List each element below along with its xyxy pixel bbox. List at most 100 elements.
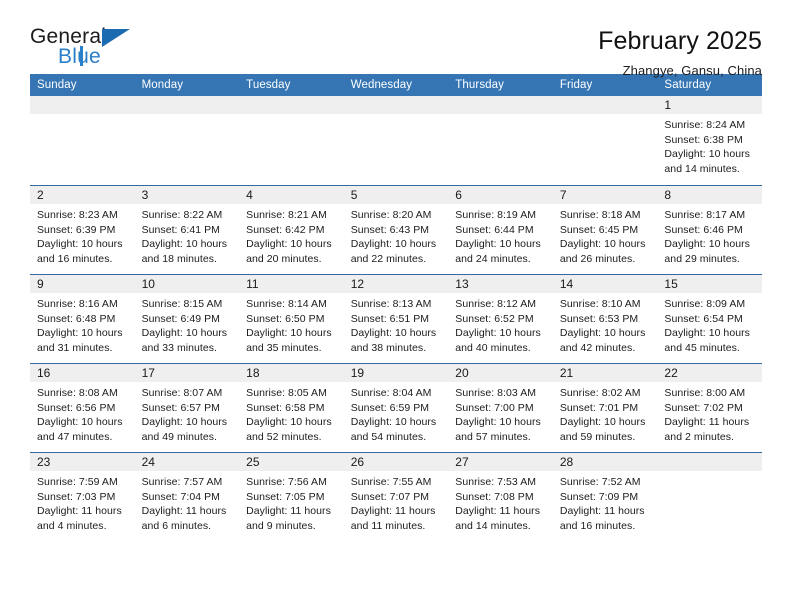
day-detail-line: Daylight: 10 hours [664, 327, 750, 340]
day-detail-line: Sunset: 7:09 PM [559, 490, 639, 503]
day-detail-line: and 42 minutes. [559, 341, 636, 354]
calendar-day-cell[interactable]: 9 Sunrise: 8:16 AM Sunset: 6:48 PM Daylight… [30, 275, 135, 363]
day-number: 13 [455, 277, 469, 291]
day-number: 11 [246, 277, 259, 291]
day-detail-line: and 2 minutes. [664, 430, 734, 443]
calendar-day-cell[interactable]: 5 Sunrise: 8:20 AM Sunset: 6:43 PM Daylight… [343, 186, 449, 274]
calendar-day-cell[interactable]: 13 Sunrise: 8:12 AM Sunset: 6:52 PM Dayligh… [448, 275, 553, 363]
day-detail-line: Daylight: 10 hours [350, 416, 437, 429]
general-blue-logo[interactable]: General Blue [30, 26, 140, 72]
day-detail-line: Sunrise: 8:16 AM [37, 298, 118, 310]
calendar-day-cell[interactable]: 15 Sunrise: 8:09 AM Sunset: 6:54 PM Dayligh… [657, 275, 762, 363]
day-number-band [343, 96, 449, 114]
day-number: 7 [559, 188, 567, 202]
day-number-band: 4 [239, 186, 344, 204]
day-details: Sunrise: 8:08 AM Sunset: 6:56 PM Daylight:… [30, 382, 135, 444]
calendar-week-row: 9 Sunrise: 8:16 AM Sunset: 6:48 PM Daylight… [30, 274, 762, 363]
day-number-band: 26 [343, 453, 449, 471]
day-detail-line: and 22 minutes. [350, 252, 427, 265]
calendar-day-cell[interactable]: 16 Sunrise: 8:08 AM Sunset: 6:56 PM Dayligh… [30, 364, 135, 452]
calendar-day-cell[interactable]: 17 Sunrise: 8:07 AM Sunset: 6:57 PM Dayligh… [134, 364, 240, 452]
calendar-day-cell-empty [448, 96, 553, 185]
day-detail-line: Daylight: 10 hours [350, 238, 437, 251]
day-detail-line: Daylight: 10 hours [559, 238, 646, 251]
day-detail-line: Sunset: 6:45 PM [559, 223, 639, 236]
weekday-header-tuesday: Tuesday [246, 79, 291, 91]
calendar-day-cell[interactable]: 19 Sunrise: 8:04 AM Sunset: 6:59 PM Dayligh… [343, 364, 449, 452]
day-details: Sunrise: 8:10 AM Sunset: 6:53 PM Daylight:… [553, 293, 658, 355]
day-detail-line: and 14 minutes. [455, 519, 531, 532]
day-number: 18 [246, 366, 260, 380]
calendar-day-cell[interactable]: 10 Sunrise: 8:15 AM Sunset: 6:49 PM Dayligh… [134, 275, 240, 363]
day-number-band: 12 [343, 275, 449, 293]
calendar-day-cell[interactable]: 24 Sunrise: 7:57 AM Sunset: 7:04 PM Dayligh… [134, 453, 240, 540]
day-number: 1 [664, 98, 672, 112]
day-number-band: 5 [343, 186, 449, 204]
calendar-day-cell[interactable]: 6 Sunrise: 8:19 AM Sunset: 6:44 PM Daylight… [448, 186, 553, 274]
calendar-day-cell[interactable]: 26 Sunrise: 7:55 AM Sunset: 7:07 PM Dayligh… [343, 453, 449, 540]
day-detail-line: and 45 minutes. [664, 341, 740, 354]
calendar-page: General Blue February 2025 Zhangye, Gans… [0, 0, 792, 612]
day-detail-line: Daylight: 10 hours [246, 416, 332, 429]
day-detail-line: Daylight: 11 hours [350, 505, 436, 518]
calendar-day-cell[interactable]: 22 Sunrise: 8:00 AM Sunset: 7:02 PM Dayligh… [657, 364, 762, 452]
calendar-day-cell-empty [239, 96, 344, 185]
day-detail-line: and 4 minutes. [37, 519, 107, 532]
day-details: Sunrise: 8:17 AM Sunset: 6:46 PM Daylight:… [657, 204, 762, 266]
day-detail-line: Sunset: 7:05 PM [246, 490, 325, 503]
day-number-band: 28 [552, 453, 658, 471]
calendar-day-cell[interactable]: 1 Sunrise: 8:24 AM Sunset: 6:38 PM Daylight… [657, 96, 762, 185]
calendar-day-cell[interactable]: 23 Sunrise: 7:59 AM Sunset: 7:03 PM Dayligh… [30, 453, 135, 540]
day-details: Sunrise: 7:56 AM Sunset: 7:05 PM Daylight:… [239, 471, 344, 533]
day-details: Sunrise: 8:03 AM Sunset: 7:00 PM Daylight:… [448, 382, 553, 444]
day-detail-line: Daylight: 10 hours [37, 416, 123, 429]
day-detail-line: and 16 minutes. [559, 519, 636, 532]
day-detail-line: Sunset: 7:02 PM [664, 401, 743, 414]
day-detail-line: Daylight: 10 hours [664, 148, 750, 161]
calendar-day-cell[interactable]: 28 Sunrise: 7:52 AM Sunset: 7:09 PM Dayligh… [552, 453, 658, 540]
day-detail-line: Sunset: 6:44 PM [455, 223, 534, 236]
calendar-day-cell[interactable]: 7 Sunrise: 8:18 AM Sunset: 6:45 PM Daylight… [552, 186, 658, 274]
day-detail-line: and 49 minutes. [141, 430, 218, 443]
day-details: Sunrise: 8:12 AM Sunset: 6:52 PM Daylight:… [448, 293, 553, 355]
day-detail-line: Sunset: 6:53 PM [559, 312, 639, 325]
calendar-day-cell[interactable]: 20 Sunrise: 8:03 AM Sunset: 7:00 PM Dayligh… [448, 364, 553, 452]
day-details [135, 114, 240, 118]
day-detail-line: Sunset: 6:59 PM [350, 401, 430, 414]
day-detail-line: and 35 minutes. [246, 341, 322, 354]
page-header: General Blue February 2025 Zhangye, Gans… [30, 0, 762, 78]
calendar-weeks: 1 Sunrise: 8:24 AM Sunset: 6:38 PM Daylight… [30, 96, 762, 540]
calendar-day-cell[interactable]: 2 Sunrise: 8:23 AM Sunset: 6:39 PM Daylight… [30, 186, 135, 274]
calendar-day-cell[interactable]: 14 Sunrise: 8:10 AM Sunset: 6:53 PM Dayligh… [552, 275, 658, 363]
calendar-day-cell[interactable]: 8 Sunrise: 8:17 AM Sunset: 6:46 PM Daylight… [657, 186, 762, 274]
day-detail-line: and 18 minutes. [141, 252, 218, 265]
day-detail-line: Sunrise: 8:24 AM [664, 119, 746, 131]
day-detail-line: Sunrise: 8:18 AM [559, 209, 641, 221]
day-number-band: 9 [30, 275, 135, 293]
day-number: 17 [141, 366, 155, 380]
day-number-band: 22 [657, 364, 762, 382]
calendar-day-cell[interactable]: 21 Sunrise: 8:02 AM Sunset: 7:01 PM Dayligh… [552, 364, 658, 452]
calendar-day-cell[interactable]: 25 Sunrise: 7:56 AM Sunset: 7:05 PM Dayligh… [239, 453, 344, 540]
day-detail-line: Daylight: 10 hours [559, 327, 646, 340]
calendar-day-cell[interactable]: 3 Sunrise: 8:22 AM Sunset: 6:41 PM Daylight… [134, 186, 240, 274]
calendar-day-cell[interactable]: 18 Sunrise: 8:05 AM Sunset: 6:58 PM Dayligh… [239, 364, 344, 452]
weekday-header-sunday: Sunday [37, 79, 77, 91]
calendar-day-cell[interactable]: 27 Sunrise: 7:53 AM Sunset: 7:08 PM Dayligh… [448, 453, 553, 540]
day-detail-line: and 47 minutes. [37, 430, 113, 443]
day-number-band: 7 [552, 186, 658, 204]
calendar-day-cell[interactable]: 4 Sunrise: 8:21 AM Sunset: 6:42 PM Daylight… [239, 186, 344, 274]
day-detail-line: and 54 minutes. [350, 430, 427, 443]
calendar-day-cell[interactable]: 12 Sunrise: 8:13 AM Sunset: 6:51 PM Dayligh… [343, 275, 449, 363]
day-number-band: 15 [657, 275, 762, 293]
day-detail-line: Sunset: 7:00 PM [455, 401, 534, 414]
day-number-band: 20 [448, 364, 553, 382]
day-number-band: 23 [30, 453, 135, 471]
day-details: Sunrise: 8:15 AM Sunset: 6:49 PM Daylight:… [135, 293, 240, 355]
day-detail-line: Sunset: 6:46 PM [664, 223, 743, 236]
day-detail-line: Sunrise: 8:12 AM [455, 298, 537, 310]
day-detail-line: Sunset: 6:58 PM [246, 401, 325, 414]
day-detail-line: Daylight: 11 hours [455, 505, 541, 518]
calendar-day-cell[interactable]: 11 Sunrise: 8:14 AM Sunset: 6:50 PM Dayligh… [239, 275, 344, 363]
day-details: Sunrise: 8:09 AM Sunset: 6:54 PM Daylight:… [657, 293, 762, 355]
